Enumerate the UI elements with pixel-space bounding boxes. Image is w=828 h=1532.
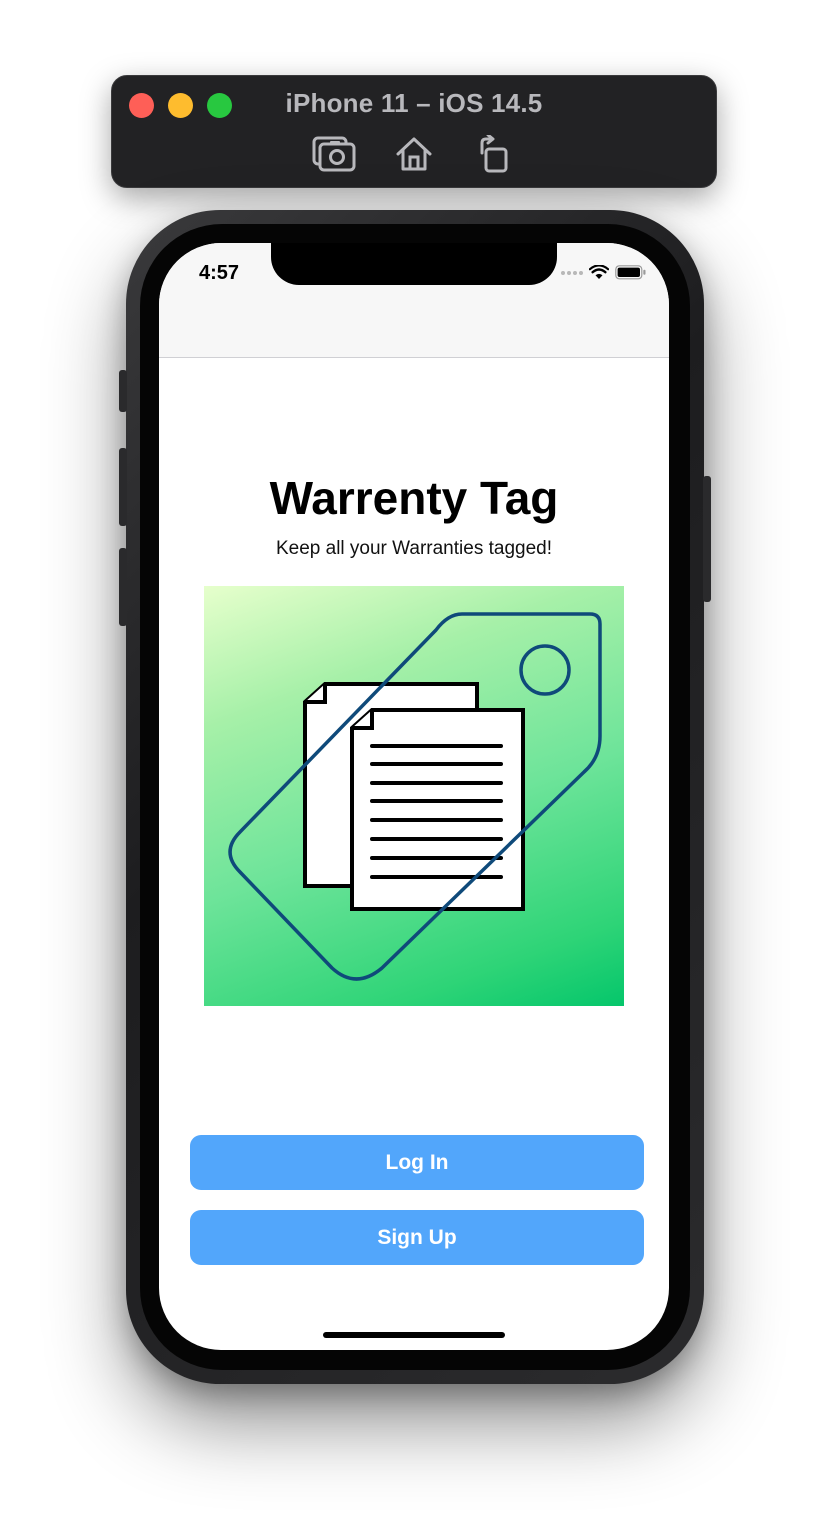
home-indicator[interactable]: [323, 1332, 505, 1338]
login-button[interactable]: Log In: [190, 1135, 644, 1190]
phone-screen: 4:57 Warrenty Tag Keep all your Warranti…: [159, 243, 669, 1350]
status-indicators: [561, 265, 647, 280]
rotate-button[interactable]: [472, 134, 516, 174]
simulator-tools: [112, 134, 716, 174]
app-subtitle: Keep all your Warranties tagged!: [275, 538, 552, 559]
warranty-tag-logo-icon: [228, 612, 602, 981]
screenshot-button[interactable]: [312, 134, 356, 174]
signup-button[interactable]: Sign Up: [190, 1210, 644, 1265]
cellular-signal-icon: [561, 270, 583, 275]
mute-switch[interactable]: [119, 370, 127, 412]
screenshot-icon: [312, 136, 356, 172]
battery-icon: [615, 265, 646, 280]
simulator-window: iPhone 11 – iOS 14.5 4:57 Warrenty Tag K…: [0, 0, 828, 1532]
home-button[interactable]: [392, 134, 436, 174]
simulator-toolbar: iPhone 11 – iOS 14.5: [111, 75, 717, 188]
app-logo: [204, 586, 624, 1006]
wifi-icon: [589, 265, 609, 279]
rotate-icon: [480, 135, 508, 173]
volume-up-button[interactable]: [119, 448, 127, 526]
volume-down-button[interactable]: [119, 548, 127, 626]
app-title: Warrenty Tag: [269, 472, 559, 524]
notch: [271, 243, 557, 285]
home-icon: [396, 137, 432, 171]
simulator-title: iPhone 11 – iOS 14.5: [285, 88, 543, 118]
status-time: 4:57: [199, 262, 240, 284]
power-button[interactable]: [703, 476, 711, 602]
